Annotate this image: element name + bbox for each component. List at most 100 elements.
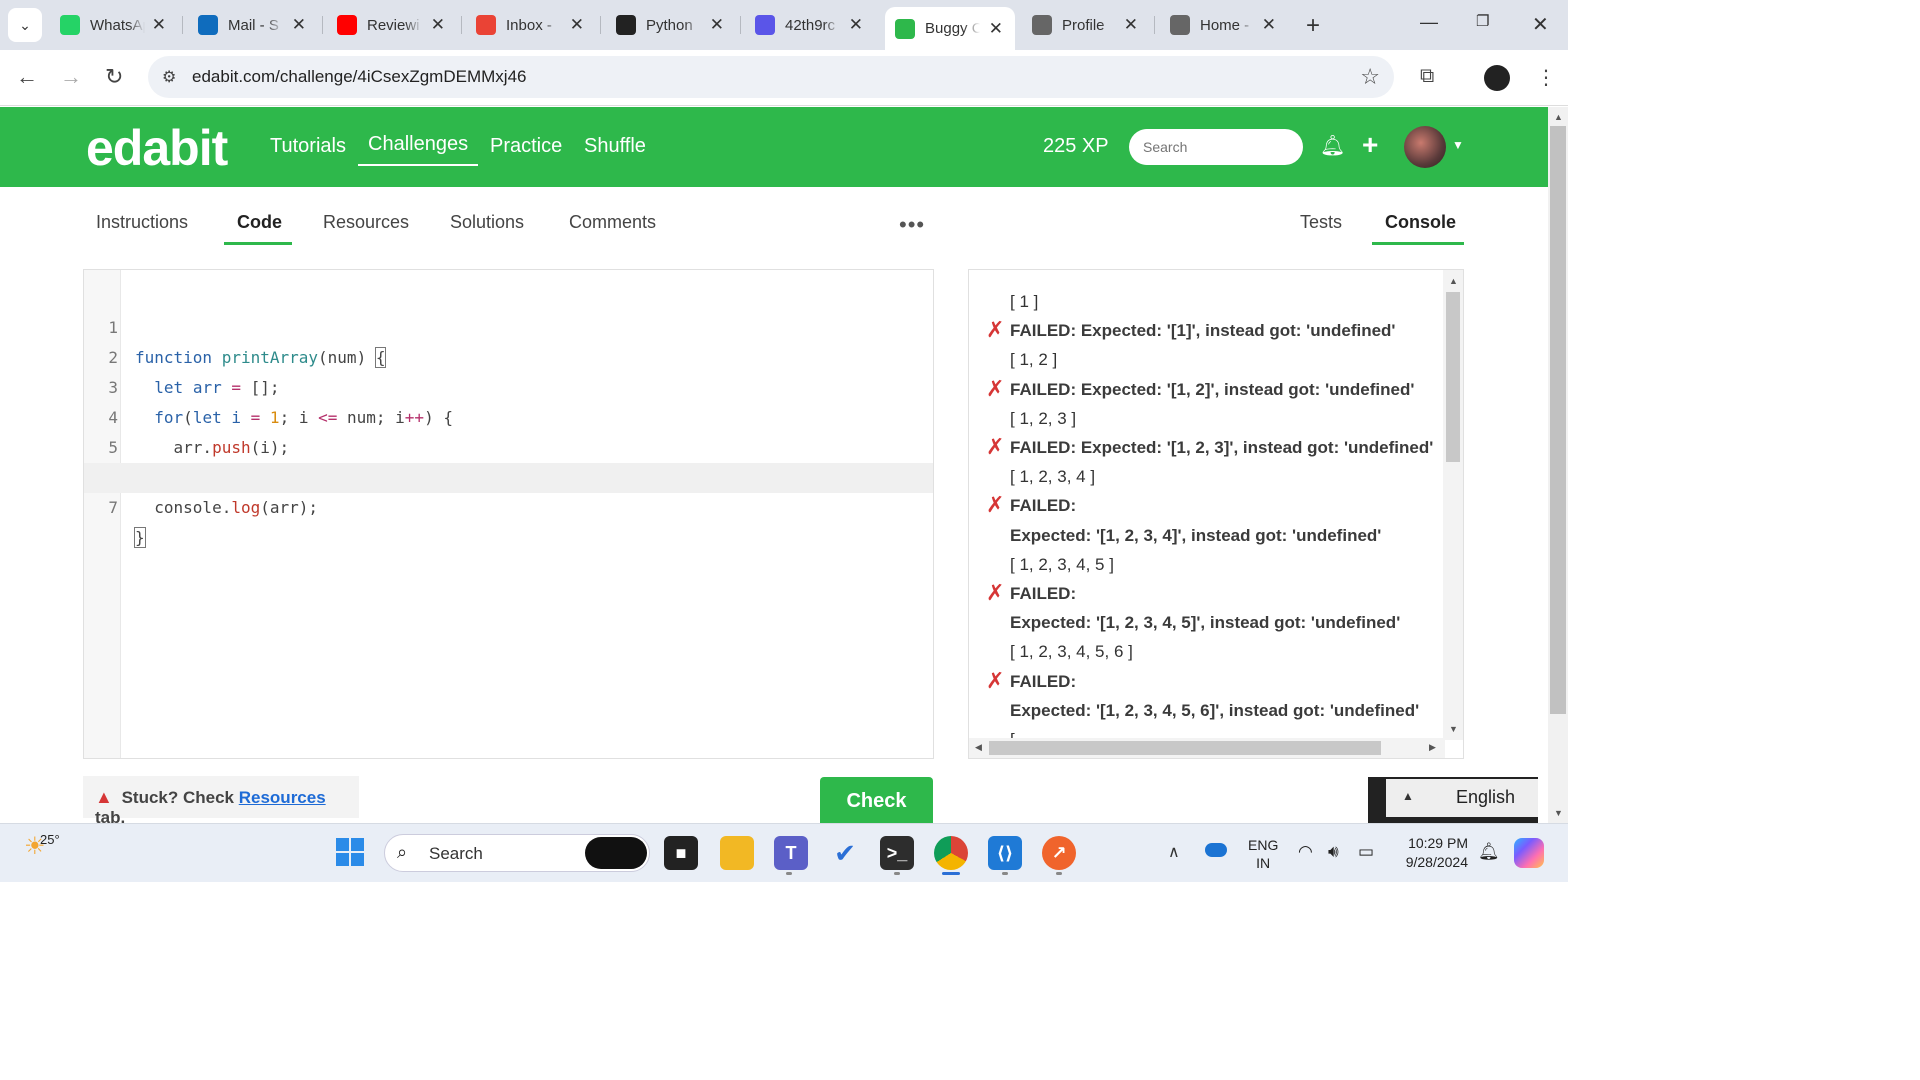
tab-console[interactable]: Console	[1385, 212, 1456, 233]
close-tab-icon[interactable]: ✕	[989, 19, 1003, 39]
restore-button[interactable]: ❐	[1476, 12, 1489, 30]
scroll-left-arrow-icon[interactable]: ◀	[975, 742, 982, 753]
code-line[interactable]: 6 console.log(arr);	[84, 433, 933, 517]
check-button[interactable]: Check	[820, 777, 933, 825]
console-horizontal-thumb[interactable]	[989, 741, 1381, 755]
code-line-current[interactable]: 7 }	[84, 463, 933, 548]
page-scroll-thumb[interactable]	[1550, 126, 1566, 714]
console-horizontal-scrollbar[interactable]: ◀ ▶	[969, 738, 1445, 758]
code-text[interactable]: console.log(arr);	[135, 493, 318, 523]
browser-tab[interactable]: Home - ✕	[1160, 8, 1288, 42]
input-language-indicator[interactable]: ENG IN	[1248, 836, 1278, 872]
tab-search-menu-button[interactable]: ⌄	[8, 8, 42, 42]
system-clock[interactable]: 10:29 PM 9/28/2024	[1396, 834, 1468, 872]
notification-bell-icon[interactable]: 🔔︎	[1478, 842, 1500, 862]
plus-icon[interactable]: +	[1362, 129, 1378, 161]
browser-tab[interactable]: 42th9rc ✕	[745, 8, 875, 42]
todo-icon[interactable]: ✔	[828, 836, 862, 870]
browser-tab[interactable]: Python ✕	[606, 8, 736, 42]
close-tab-icon[interactable]: ✕	[292, 15, 306, 35]
browser-tab[interactable]: Inbox - ✕	[466, 8, 596, 42]
close-window-button[interactable]: ✕	[1532, 12, 1549, 37]
minimize-button[interactable]: —	[1420, 12, 1438, 33]
close-tab-icon[interactable]: ✕	[1262, 15, 1276, 35]
scroll-right-arrow-icon[interactable]: ▶	[1429, 742, 1436, 753]
tab-code[interactable]: Code	[237, 212, 282, 233]
taskbar-search[interactable]: ⌕ Search	[384, 834, 650, 872]
new-tab-button[interactable]: +	[1306, 12, 1320, 40]
code-text[interactable]: }	[134, 523, 146, 553]
console-log-line: [ 1, 2 ]	[1010, 350, 1058, 370]
profile-avatar[interactable]	[1484, 65, 1510, 91]
tray-overflow-icon[interactable]: ∧	[1168, 842, 1180, 862]
site-settings-icon[interactable]: ⚙	[162, 67, 176, 87]
site-search-input[interactable]	[1129, 129, 1303, 165]
forward-button[interactable]: →	[60, 64, 82, 90]
close-tab-icon[interactable]: ✕	[849, 15, 863, 35]
code-line[interactable]: 2 let arr = [];	[84, 313, 933, 397]
caret-down-icon[interactable]: ▼	[1452, 138, 1464, 152]
postman-icon[interactable]: ↗	[1042, 836, 1076, 870]
resources-link[interactable]: Resources	[239, 788, 326, 807]
copilot-icon[interactable]	[1514, 838, 1544, 868]
back-button[interactable]: ←	[16, 64, 38, 90]
wifi-icon[interactable]: ◠	[1298, 842, 1313, 862]
chrome-icon[interactable]	[934, 836, 968, 870]
browser-tab[interactable]: Buggy C ✕	[885, 7, 1015, 50]
close-tab-icon[interactable]: ✕	[1124, 15, 1138, 35]
address-bar[interactable]: ⚙ edabit.com/challenge/4iCsexZgmDEMMxj46…	[148, 56, 1394, 98]
terminal-icon[interactable]: >_	[880, 836, 914, 870]
more-options-icon[interactable]: •••	[899, 212, 925, 238]
tab-solutions[interactable]: Solutions	[450, 212, 524, 233]
console-vertical-scrollbar[interactable]: ▲ ▼	[1443, 270, 1463, 740]
nav-practice[interactable]: Practice	[490, 135, 562, 158]
task-view-icon[interactable]: ■	[664, 836, 698, 870]
scroll-up-arrow-icon[interactable]: ▲	[1449, 276, 1458, 286]
user-avatar[interactable]	[1404, 126, 1446, 168]
code-editor[interactable]: 1 function printArray(num) { 2 let arr =…	[83, 269, 934, 759]
page-scroll-up-icon[interactable]: ▲	[1554, 112, 1563, 122]
browser-tab[interactable]: Mail - S ✕	[188, 8, 318, 42]
tab-tests[interactable]: Tests	[1300, 212, 1342, 233]
file-explorer-icon[interactable]	[720, 836, 754, 870]
tab-comments[interactable]: Comments	[569, 212, 656, 233]
code-line[interactable]: 4 arr.push(i);	[84, 373, 933, 457]
bell-icon[interactable]: 🔔︎	[1320, 133, 1345, 158]
nav-tutorials[interactable]: Tutorials	[270, 135, 346, 158]
nav-challenges[interactable]: Challenges	[358, 133, 479, 166]
edabit-logo[interactable]: edabit	[86, 119, 228, 177]
bookmark-star-icon[interactable]: ☆	[1360, 64, 1380, 90]
teams-icon[interactable]: T	[774, 836, 808, 870]
code-line[interactable]: 1 function printArray(num) {	[84, 283, 933, 368]
tab-instructions[interactable]: Instructions	[96, 212, 188, 233]
onedrive-cloud-icon[interactable]	[1205, 843, 1227, 857]
code-line[interactable]: 5 }	[84, 403, 933, 487]
close-tab-icon[interactable]: ✕	[570, 15, 584, 35]
extensions-icon[interactable]: ⧉	[1420, 65, 1434, 88]
kebab-menu-icon[interactable]: ⋮	[1536, 65, 1556, 90]
close-tab-icon[interactable]: ✕	[710, 15, 724, 35]
console-panel[interactable]: [ 1 ] FAILED: Expected: '[1]', instead go…	[968, 269, 1464, 759]
weather-widget[interactable]: ☀ 25°	[24, 832, 60, 861]
browser-tab[interactable]: WhatsApp ✕	[50, 8, 178, 42]
scroll-down-arrow-icon[interactable]: ▼	[1449, 724, 1458, 734]
start-button[interactable]	[336, 838, 366, 868]
close-tab-icon[interactable]: ✕	[152, 15, 166, 35]
volume-icon[interactable]: 🔊︎	[1328, 842, 1339, 862]
battery-icon[interactable]: ▭	[1358, 842, 1374, 862]
code-line[interactable]: 3 for(let i = 1; i <= num; i++) {	[84, 343, 933, 427]
language-label[interactable]: English	[1456, 787, 1515, 808]
close-tab-icon[interactable]: ✕	[431, 15, 445, 35]
browser-tab[interactable]: Reviewi ✕	[327, 8, 457, 42]
tab-resources[interactable]: Resources	[323, 212, 409, 233]
vscode-icon[interactable]: ⟨⟩	[988, 836, 1022, 870]
browser-tab[interactable]: Profile ✕	[1022, 8, 1150, 42]
reload-button[interactable]: ↻	[105, 64, 123, 90]
nav-shuffle[interactable]: Shuffle	[584, 135, 646, 158]
console-failure-line: Expected: '[1, 2, 3, 4]', instead got: '…	[1010, 525, 1382, 545]
url-text[interactable]: edabit.com/challenge/4iCsexZgmDEMMxj46	[192, 67, 526, 87]
caret-up-icon[interactable]: ▲	[1402, 789, 1414, 803]
page-scroll-down-icon[interactable]: ▼	[1554, 808, 1563, 818]
tab-console-underline	[1372, 242, 1464, 245]
console-scroll-thumb[interactable]	[1446, 292, 1460, 462]
